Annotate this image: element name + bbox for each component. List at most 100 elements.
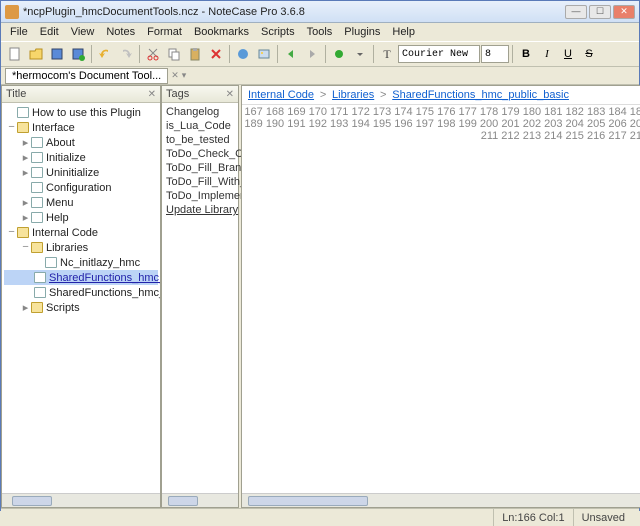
tags-close-icon[interactable]: ✕ (226, 89, 234, 100)
line-gutter: 167 168 169 170 171 172 173 174 175 176 … (242, 105, 640, 493)
open-icon[interactable] (26, 44, 46, 64)
window-title: *ncpPlugin_hmcDocumentTools.ncz - NoteCa… (23, 6, 565, 18)
image-icon[interactable] (254, 44, 274, 64)
folder-icon (31, 302, 43, 313)
left-icon[interactable] (281, 44, 301, 64)
tag-item[interactable]: is_Lua_Code (166, 119, 234, 133)
tree-item[interactable]: ▸About (4, 135, 158, 150)
tag-item[interactable]: ToDo_Fill_Branch (166, 161, 234, 175)
text-icon[interactable]: T (377, 44, 397, 64)
tag-item[interactable]: to_be_tested (166, 133, 234, 147)
menu-format[interactable]: Format (142, 25, 187, 39)
tree-close-icon[interactable]: ✕ (148, 89, 156, 100)
underline-button[interactable]: U (558, 44, 578, 64)
note-icon (45, 257, 57, 268)
tree-item[interactable]: Configuration (4, 180, 158, 195)
close-button[interactable]: ✕ (613, 5, 635, 19)
tree-item[interactable]: How to use this Plugin (4, 105, 158, 120)
menu-bookmarks[interactable]: Bookmarks (189, 25, 254, 39)
fontsize-select[interactable]: 8 (481, 45, 509, 63)
note-icon (31, 137, 43, 148)
link-icon[interactable] (233, 44, 253, 64)
tree-item[interactable]: ▸Scripts (4, 300, 158, 315)
save-icon[interactable] (47, 44, 67, 64)
crumb-2[interactable]: Libraries (332, 89, 374, 101)
font-select[interactable]: Courier New (398, 45, 480, 63)
tree-item[interactable]: ▸Initialize (4, 150, 158, 165)
tree-item[interactable]: −Interface (4, 120, 158, 135)
tree-item-label: Help (46, 212, 69, 224)
tree-item-label: Initialize (46, 152, 86, 164)
breadcrumb: Internal Code > Libraries > SharedFuncti… (242, 86, 640, 105)
tags-header: Tags ✕ (162, 86, 238, 103)
minimize-button[interactable]: — (565, 5, 587, 19)
menu-help[interactable]: Help (387, 25, 420, 39)
saveas-icon[interactable] (68, 44, 88, 64)
tag-item[interactable]: Changelog (166, 105, 234, 119)
tag-item[interactable]: ToDo_Check_Commented (166, 147, 234, 161)
tag-item[interactable]: ToDo_Implement_Script (166, 189, 234, 203)
tree-item[interactable]: ▸Help (4, 210, 158, 225)
tree-item[interactable]: ▸Uninitialize (4, 165, 158, 180)
tags-hscroll[interactable] (162, 493, 238, 507)
redo-icon[interactable] (116, 44, 136, 64)
paste-icon[interactable] (185, 44, 205, 64)
menu-scripts[interactable]: Scripts (256, 25, 300, 39)
note-icon (34, 287, 46, 298)
crumb-3[interactable]: SharedFunctions_hmc_public_basic (392, 89, 569, 101)
tree-item-label: Scripts (46, 302, 80, 314)
tree-item[interactable]: −Libraries (4, 240, 158, 255)
tag-item[interactable]: Update Library (166, 203, 234, 217)
bold-button[interactable]: B (516, 44, 536, 64)
note-icon (31, 182, 43, 193)
tree-hscroll[interactable] (2, 493, 160, 507)
dropdown-icon[interactable] (350, 44, 370, 64)
tree-item-label: Uninitialize (46, 167, 99, 179)
menu-plugins[interactable]: Plugins (339, 25, 385, 39)
menu-tools[interactable]: Tools (302, 25, 338, 39)
new-icon[interactable] (5, 44, 25, 64)
right-icon[interactable] (302, 44, 322, 64)
note-icon (17, 107, 29, 118)
folder-icon (31, 242, 43, 253)
menu-edit[interactable]: Edit (35, 25, 64, 39)
menu-notes[interactable]: Notes (101, 25, 140, 39)
undo-icon[interactable] (95, 44, 115, 64)
strike-button[interactable]: S (579, 44, 599, 64)
tree-item-label: Nc_initlazy_hmc (60, 257, 140, 269)
delete-icon[interactable] (206, 44, 226, 64)
tree-item-label: About (46, 137, 75, 149)
tab-close-icon[interactable]: ✕ (171, 70, 179, 81)
italic-button[interactable]: I (537, 44, 557, 64)
tags-panel: Tags ✕ Changelogis_Lua_Codeto_be_testedT… (161, 85, 239, 508)
tree-header: Title ✕ (2, 86, 160, 103)
folder-icon (17, 122, 29, 133)
tree-item[interactable]: SharedFunctions_hmc_public_basic (4, 270, 158, 285)
code-editor[interactable]: 167 168 169 170 171 172 173 174 175 176 … (242, 105, 640, 493)
tree-item[interactable]: −Internal Code (4, 225, 158, 240)
document-tabs: *hermocom's Document Tool... ✕ ▾ (1, 67, 639, 85)
document-tab[interactable]: *hermocom's Document Tool... (5, 68, 168, 84)
tree-item[interactable]: SharedFunctions_hmc_public_extended (4, 285, 158, 300)
tags-list[interactable]: Changelogis_Lua_Codeto_be_testedToDo_Che… (162, 103, 238, 493)
tree-item-label: How to use this Plugin (32, 107, 141, 119)
note-icon (31, 197, 43, 208)
tree-item[interactable]: ▸Menu (4, 195, 158, 210)
record-icon[interactable] (329, 44, 349, 64)
cut-icon[interactable] (143, 44, 163, 64)
status-position: Ln:166 Col:1 (493, 509, 572, 526)
menu-view[interactable]: View (66, 25, 100, 39)
editor-hscroll[interactable] (242, 493, 640, 507)
document-tab-label: *hermocom's Document Tool... (12, 70, 161, 82)
titlebar: *ncpPlugin_hmcDocumentTools.ncz - NoteCa… (1, 1, 639, 23)
tree-item[interactable]: Nc_initlazy_hmc (4, 255, 158, 270)
maximize-button[interactable]: ☐ (589, 5, 611, 19)
copy-icon[interactable] (164, 44, 184, 64)
toolbar: T Courier New 8 B I U S (1, 41, 639, 67)
tree-item-label: Interface (32, 122, 75, 134)
menu-file[interactable]: File (5, 25, 33, 39)
crumb-1[interactable]: Internal Code (248, 89, 314, 101)
tree-view[interactable]: How to use this Plugin−Interface▸About▸I… (2, 103, 160, 493)
tag-item[interactable]: ToDo_Fill_With_Content (166, 175, 234, 189)
tab-dropdown-icon[interactable]: ▾ (182, 70, 187, 81)
